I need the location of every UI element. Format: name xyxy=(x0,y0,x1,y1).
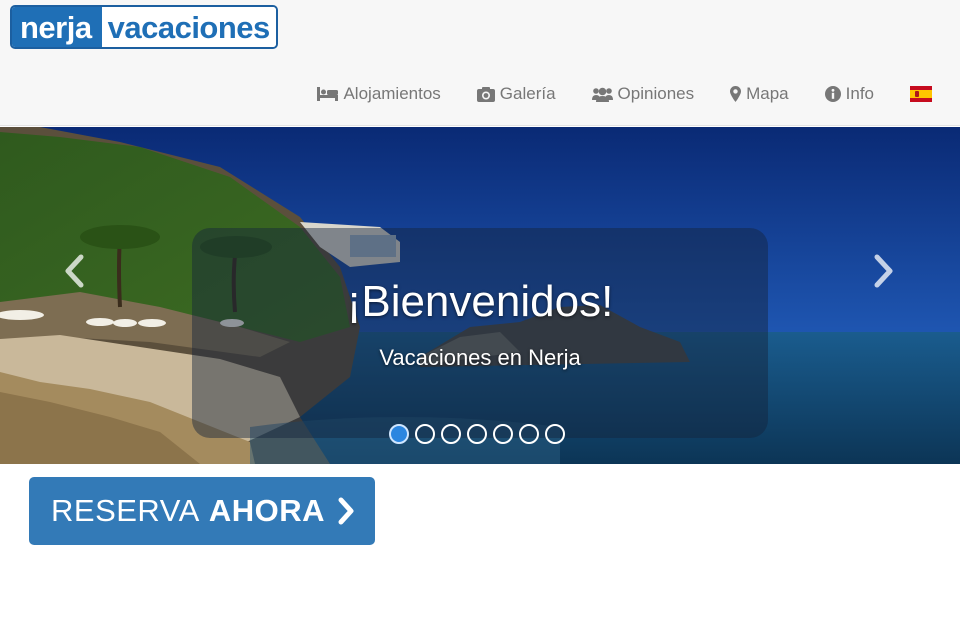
nav-item-info[interactable]: Info xyxy=(824,80,874,108)
logo-text-nerja: nerja xyxy=(12,7,102,47)
carousel-indicator[interactable] xyxy=(493,424,513,444)
book-now-label-1: RESERVA xyxy=(51,493,200,528)
carousel-prev-button[interactable] xyxy=(54,251,94,291)
users-icon xyxy=(591,87,613,102)
chevron-right-icon xyxy=(874,254,893,288)
map-marker-icon xyxy=(730,86,742,102)
nav-item-galeria[interactable]: Galería xyxy=(476,80,556,108)
site-header: nerja vacaciones Alojamientos Galería Op… xyxy=(0,0,960,126)
nav-item-label: Galería xyxy=(499,84,556,103)
carousel-next-button[interactable] xyxy=(864,251,904,291)
nav-item-label: Info xyxy=(845,84,874,103)
carousel-indicator[interactable] xyxy=(389,424,409,444)
camera-icon xyxy=(476,86,495,102)
nav-item-label: Alojamientos xyxy=(343,84,441,103)
carousel-indicator[interactable] xyxy=(519,424,539,444)
book-now-button[interactable]: RESERVA AHORA xyxy=(29,477,375,545)
main-nav: Alojamientos Galería Opiniones Mapa Info xyxy=(281,80,932,108)
bed-icon xyxy=(317,87,339,101)
nav-item-label: Opiniones xyxy=(617,84,695,103)
caption-panel xyxy=(192,228,768,438)
chevron-left-icon xyxy=(65,254,84,288)
spain-flag-icon[interactable] xyxy=(910,86,932,102)
book-now-label-2: AHORA xyxy=(208,493,325,528)
carousel-indicator[interactable] xyxy=(415,424,435,444)
info-circle-icon xyxy=(824,86,841,102)
nav-item-alojamientos[interactable]: Alojamientos xyxy=(317,80,441,108)
chevron-right-icon xyxy=(338,497,354,525)
nav-item-opiniones[interactable]: Opiniones xyxy=(591,80,695,108)
nav-item-label: Mapa xyxy=(746,84,789,103)
carousel-indicator[interactable] xyxy=(545,424,565,444)
carousel-indicators xyxy=(389,424,571,444)
logo-text-vacaciones: vacaciones xyxy=(101,7,276,47)
carousel-subtitle: Vacaciones en Nerja xyxy=(379,345,581,370)
hero-carousel: ¡Bienvenidos! Vacaciones en Nerja xyxy=(0,127,960,464)
site-logo[interactable]: nerja vacaciones xyxy=(10,5,278,49)
nav-item-mapa[interactable]: Mapa xyxy=(730,80,789,108)
carousel-indicator[interactable] xyxy=(467,424,487,444)
carousel-indicator[interactable] xyxy=(441,424,461,444)
carousel-title: ¡Bienvenidos! xyxy=(346,277,614,326)
